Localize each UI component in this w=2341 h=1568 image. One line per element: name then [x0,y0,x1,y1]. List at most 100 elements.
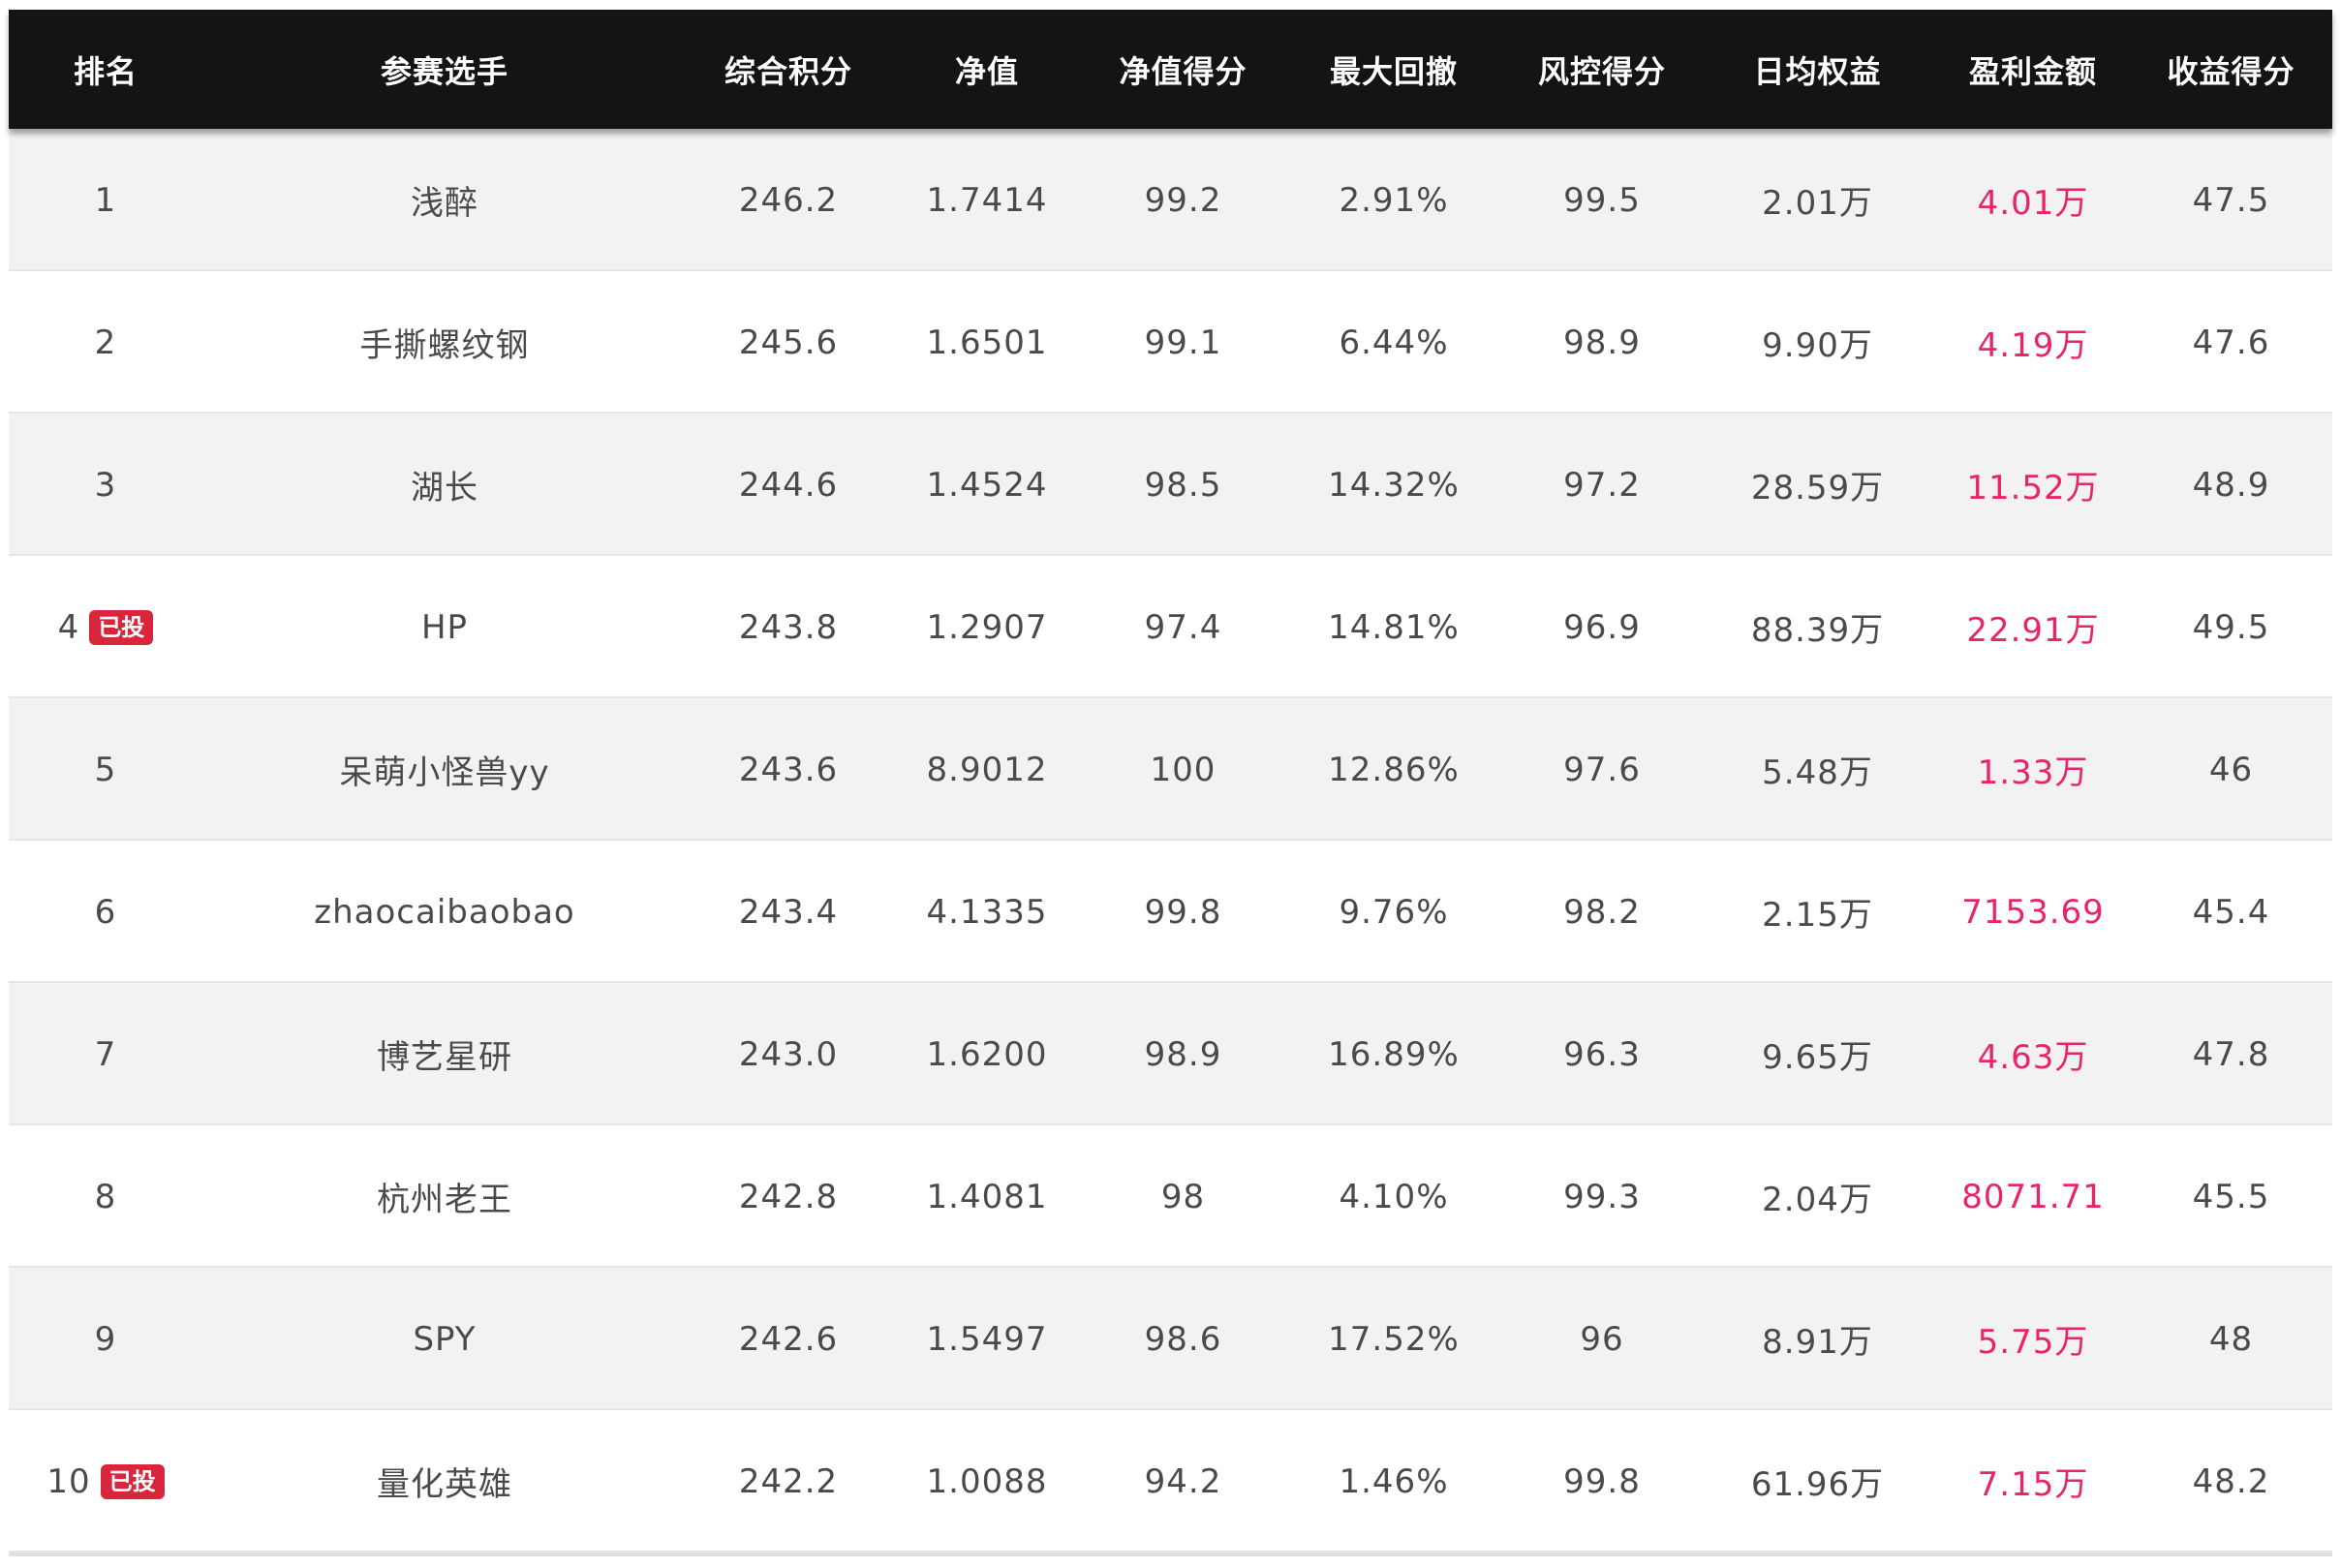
header-rank[interactable]: 排名 [9,47,202,92]
cell-avg-equity: 8.91万 [1762,1323,1873,1362]
cell-nav-score: 100 [1150,750,1217,789]
cell-risk-score: 97.2 [1563,465,1641,505]
cell-nav-score: 98.5 [1144,465,1222,505]
cell-return-score: 47.6 [2192,323,2270,362]
cell-return-score: 47.5 [2192,180,2270,220]
cell-risk-score: 99.8 [1563,1461,1641,1501]
cell-score: 246.2 [738,180,839,220]
cell-avg-equity: 2.01万 [1762,184,1873,223]
header-risk-score[interactable]: 风控得分 [1505,47,1699,92]
cell-max-drawdown: 14.32% [1328,465,1460,505]
cell-avg-equity: 61.96万 [1750,1465,1885,1504]
cell-player: 杭州老王 [377,1181,512,1219]
rank-wrapper: 5 [9,751,202,789]
cell-score: 243.8 [738,607,839,647]
table-header: 排名 参赛选手 综合积分 净值 净值得分 最大回撤 风控得分 日均权益 盈利金额… [9,10,2332,129]
cell-return-score: 46 [2208,750,2254,789]
cell-score: 243.4 [738,892,839,932]
cell-score: 242.8 [738,1177,839,1216]
header-nav-score[interactable]: 净值得分 [1084,47,1282,92]
header-avg-equity[interactable]: 日均权益 [1699,47,1936,92]
header-max-drawdown[interactable]: 最大回撤 [1282,47,1505,92]
cell-nav-score: 94.2 [1144,1461,1222,1501]
rank-wrapper: 7 [9,1035,202,1074]
cell-score: 243.6 [738,750,839,789]
rank-wrapper: 2 [9,323,202,362]
invested-badge: 已投 [89,609,154,645]
cell-risk-score: 98.2 [1563,892,1641,932]
cell-max-drawdown: 12.86% [1328,750,1460,789]
rank-number: 2 [94,323,117,362]
cell-risk-score: 98.9 [1563,323,1641,362]
rank-wrapper: 8 [9,1178,202,1216]
cell-player: HP [420,607,469,647]
cell-nav-score: 98.6 [1144,1319,1222,1359]
cell-profit: 7153.69 [1961,892,2105,932]
rank-wrapper: 10 已投 [9,1462,202,1501]
rank-number: 5 [94,750,117,789]
cell-return-score: 45.4 [2192,892,2270,932]
cell-nav: 8.9012 [926,750,1048,789]
cell-nav: 1.2907 [926,607,1048,647]
table-row[interactable]: 3 湖长 244.6 1.4524 98.5 14.32% 97.2 28.59万 11.52万… [9,414,2332,556]
cell-rank: 2 [9,323,202,362]
header-profit[interactable]: 盈利金额 [1936,47,2130,92]
table-row[interactable]: 4 已投 HP 243.8 1.2907 97.4 14.81% 96.9 88.39万 22.9… [9,556,2332,698]
cell-score: 245.6 [738,323,839,362]
rank-wrapper: 4 已投 [9,608,202,647]
cell-max-drawdown: 2.91% [1339,180,1449,220]
cell-nav: 1.4081 [926,1177,1048,1216]
cell-risk-score: 99.5 [1563,180,1641,220]
cell-avg-equity: 88.39万 [1750,611,1885,650]
cell-nav: 1.6501 [926,323,1048,362]
cell-max-drawdown: 14.81% [1328,607,1460,647]
table-row[interactable]: 10 已投 量化英雄 242.2 1.0088 94.2 1.46% 99.8 61.96万 7.… [9,1410,2332,1553]
header-nav[interactable]: 净值 [890,47,1084,92]
cell-return-score: 48 [2208,1319,2254,1359]
table-row[interactable]: 2 手撕螺纹钢 245.6 1.6501 99.1 6.44% 98.9 9.90万 4.19万… [9,271,2332,414]
header-player[interactable]: 参赛选手 [202,47,687,92]
cell-score: 242.2 [738,1461,839,1501]
header-return-score[interactable]: 收益得分 [2130,47,2332,92]
rank-number: 6 [94,892,117,932]
cell-rank: 1 [9,181,202,220]
cell-player: 手撕螺纹钢 [359,326,530,365]
rank-wrapper: 9 [9,1320,202,1359]
table-row[interactable]: 9 SPY 242.6 1.5497 98.6 17.52% 96 8.91万 5.75万 48 [9,1268,2332,1410]
cell-nav-score: 98 [1160,1177,1206,1216]
cell-player: SPY [413,1319,477,1359]
cell-profit: 4.63万 [1977,1038,2089,1077]
table-row[interactable]: 8 杭州老王 242.8 1.4081 98 4.10% 99.3 2.04万 8071.71 4… [9,1125,2332,1268]
cell-avg-equity: 2.04万 [1762,1181,1873,1219]
rank-number: 9 [94,1319,117,1359]
cell-profit: 1.33万 [1977,753,2089,792]
cell-rank: 6 [9,893,202,932]
cell-nav: 1.5497 [926,1319,1048,1359]
cell-player: 量化英雄 [377,1465,512,1504]
table-body: 1 浅醉 246.2 1.7414 99.2 2.91% 99.5 2.01万 4.01万 47.… [9,129,2332,1553]
cell-player: zhaocaibaobao [314,892,575,932]
cell-max-drawdown: 4.10% [1339,1177,1449,1216]
invested-badge: 已投 [100,1463,165,1499]
cell-profit: 22.91万 [1966,611,2100,650]
cell-max-drawdown: 16.89% [1328,1034,1460,1074]
cell-score: 244.6 [738,465,839,505]
cell-player: 呆萌小怪兽yy [339,753,550,792]
cell-profit: 4.19万 [1977,326,2089,365]
table-row[interactable]: 6 zhaocaibaobao 243.4 4.1335 99.8 9.76% 98.2 2.… [9,841,2332,983]
table-row[interactable]: 1 浅醉 246.2 1.7414 99.2 2.91% 99.5 2.01万 4.01万 47.… [9,129,2332,271]
cell-player: 博艺星研 [377,1038,512,1077]
rank-number: 3 [94,465,117,505]
rank-wrapper: 3 [9,466,202,505]
cell-avg-equity: 2.15万 [1762,896,1873,935]
cell-nav-score: 97.4 [1144,607,1222,647]
cell-score: 242.6 [738,1319,839,1359]
table-row[interactable]: 5 呆萌小怪兽yy 243.6 8.9012 100 12.86% 97.6 5.48万 1.3… [9,698,2332,841]
cell-risk-score: 96.3 [1563,1034,1641,1074]
table-bottom-divider [9,1553,2332,1556]
table-row[interactable]: 7 博艺星研 243.0 1.6200 98.9 16.89% 96.3 9.65万 4.63万… [9,983,2332,1125]
cell-rank: 5 [9,751,202,789]
cell-return-score: 45.5 [2192,1177,2270,1216]
cell-nav-score: 99.1 [1144,323,1222,362]
header-score[interactable]: 综合积分 [687,47,890,92]
